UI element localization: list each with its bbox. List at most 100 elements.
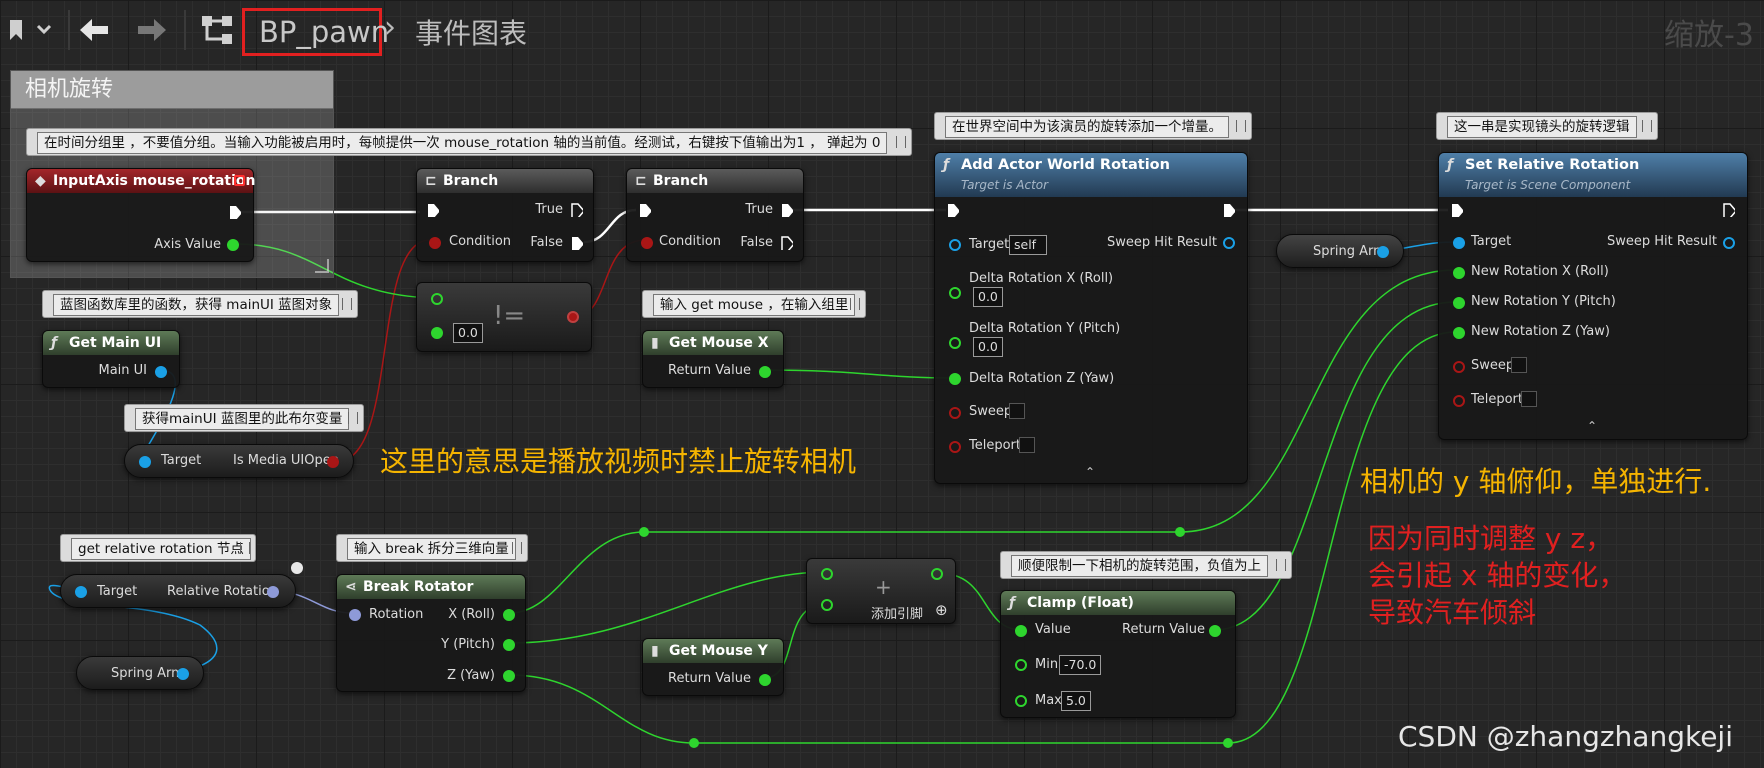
min-pin[interactable] <box>1015 659 1027 671</box>
exec-in-pin[interactable] <box>639 203 651 217</box>
sweep-checkbox[interactable] <box>1511 357 1527 373</box>
spring-arm-pin[interactable] <box>177 668 189 680</box>
comment-bubble-input-axis[interactable]: 在时间分组里 ，不要值分组。当输入功能被启用时，每帧提供一次 mouse_rot… <box>26 128 912 156</box>
delta-x-pin[interactable] <box>949 287 961 299</box>
x-roll-pin[interactable] <box>503 609 515 621</box>
target-pin[interactable] <box>1453 237 1465 249</box>
pin-icon[interactable] <box>1236 120 1246 132</box>
input-b-value[interactable]: 0.0 <box>453 323 483 343</box>
node-is-media-uiopen[interactable]: Target Is Media UIOpen <box>124 444 354 478</box>
target-self-value[interactable]: self <box>1009 235 1047 255</box>
breadcrumb-blueprint-name[interactable]: BP_pawn <box>242 8 389 56</box>
node-add[interactable]: + 添加引脚 ⊕ <box>806 558 956 624</box>
node-break-rotator[interactable]: ⋖ Break Rotator Rotation X (Roll) Y (Pit… <box>336 574 526 692</box>
sweep-checkbox[interactable] <box>1009 403 1025 419</box>
comment-bubble-set-relative[interactable]: 这一串是实现镜头的旋转逻辑 <box>1436 112 1658 140</box>
rotation-pin[interactable] <box>349 609 361 621</box>
node-set-relative-rotation[interactable]: ƒ Set Relative Rotation Target is Scene … <box>1438 152 1748 440</box>
teleport-pin[interactable] <box>1453 395 1465 407</box>
pin-icon[interactable] <box>1276 559 1286 571</box>
output-pin[interactable] <box>931 568 943 580</box>
node-not-equal[interactable]: 0.0 != <box>416 282 592 352</box>
false-exec-pin[interactable] <box>781 236 793 250</box>
exec-out-pin[interactable] <box>1223 203 1235 217</box>
comment-bubble-clamp[interactable]: 顺便限制一下相机的旋转范围，负值为上 <box>1000 551 1292 579</box>
comment-bubble-get-main-ui[interactable]: 蓝图函数库里的函数，获得 mainUI 蓝图对象 <box>42 290 358 318</box>
input-a-pin[interactable] <box>431 293 443 305</box>
max-pin[interactable] <box>1015 695 1027 707</box>
forward-arrow-icon[interactable] <box>136 16 168 44</box>
delta-y-pin[interactable] <box>949 337 961 349</box>
add-pin-plus-icon[interactable]: ⊕ <box>935 601 948 619</box>
pin-icon[interactable] <box>240 542 250 554</box>
collapse-caret-icon[interactable]: ⌃ <box>1085 465 1095 479</box>
teleport-checkbox[interactable] <box>1019 437 1035 453</box>
exec-in-pin[interactable] <box>427 203 439 217</box>
resize-handle[interactable] <box>315 259 329 273</box>
node-get-relative-rotation[interactable]: Target Relative Rotation <box>60 574 296 608</box>
spring-arm-pin[interactable] <box>1377 246 1389 258</box>
return-value-pin[interactable] <box>1209 625 1221 637</box>
input-a-pin[interactable] <box>821 568 833 580</box>
pin-icon[interactable] <box>348 412 358 424</box>
return-value-pin[interactable] <box>759 674 771 686</box>
comment-bubble-add-world-rotation[interactable]: 在世界空间中为该演员的旋转添加一个增量。 <box>934 112 1252 140</box>
pin-icon[interactable] <box>896 136 906 148</box>
z-yaw-pin[interactable] <box>503 670 515 682</box>
sweep-pin[interactable] <box>1453 361 1465 373</box>
true-exec-pin[interactable] <box>781 203 793 217</box>
node-get-main-ui[interactable]: ƒ Get Main UI Main UI <box>42 330 180 388</box>
input-b-pin[interactable] <box>431 327 443 339</box>
result-pin[interactable] <box>567 311 579 323</box>
pin-icon[interactable] <box>512 542 522 554</box>
exec-out-pin[interactable] <box>229 205 241 219</box>
teleport-checkbox[interactable] <box>1521 391 1537 407</box>
exec-out-pin[interactable] <box>1723 203 1735 217</box>
new-rotation-y-pin[interactable] <box>1453 297 1465 309</box>
node-input-axis[interactable]: ◆ InputAxis mouse_rotation Axis Value <box>26 168 255 262</box>
max-value[interactable]: 5.0 <box>1061 691 1091 711</box>
sweep-hit-result-pin[interactable] <box>1223 237 1235 249</box>
bookmark-icon[interactable] <box>6 18 52 42</box>
comment-bubble-is-media[interactable]: 获得mainUI 蓝图里的此布尔变量 <box>124 404 364 432</box>
new-rotation-x-pin[interactable] <box>1453 267 1465 279</box>
main-ui-pin[interactable] <box>155 366 167 378</box>
is-media-uiopen-pin[interactable] <box>327 456 339 468</box>
breadcrumb-graph-name[interactable]: 事件图表 <box>415 12 527 52</box>
sweep-pin[interactable] <box>949 407 961 419</box>
relative-rotation-pin[interactable] <box>267 586 279 598</box>
condition-pin[interactable] <box>429 237 441 249</box>
input-b-pin[interactable] <box>821 599 833 611</box>
node-clamp-float[interactable]: ƒ Clamp (Float) Value Return Value Min -… <box>1000 590 1236 718</box>
delta-y-value[interactable]: 0.0 <box>973 337 1003 357</box>
true-exec-pin[interactable] <box>571 203 583 217</box>
new-rotation-z-pin[interactable] <box>1453 327 1465 339</box>
axis-value-pin[interactable] <box>227 239 239 251</box>
node-add-actor-world-rotation[interactable]: ƒ Add Actor World Rotation Target is Act… <box>934 152 1248 484</box>
exec-in-pin[interactable] <box>1451 203 1463 217</box>
node-branch-1[interactable]: ⊏ Branch True Condition False <box>416 168 594 262</box>
min-value[interactable]: -70.0 <box>1059 655 1102 675</box>
pin-icon[interactable] <box>1642 120 1652 132</box>
value-pin[interactable] <box>1015 625 1027 637</box>
pin-icon[interactable] <box>342 298 352 310</box>
comment-bubble-get-relative[interactable]: get relative rotation 节点 <box>60 534 256 562</box>
sweep-hit-result-pin[interactable] <box>1723 237 1735 249</box>
return-value-pin[interactable] <box>759 366 771 378</box>
comment-bubble-get-mouse[interactable]: 输入 get mouse ，在输入组里 <box>642 290 866 318</box>
target-pin[interactable] <box>139 456 151 468</box>
delta-z-pin[interactable] <box>949 373 961 385</box>
y-pitch-pin[interactable] <box>503 639 515 651</box>
delta-x-value[interactable]: 0.0 <box>973 287 1003 307</box>
false-exec-pin[interactable] <box>571 236 583 250</box>
add-pin-label[interactable]: 添加引脚 <box>871 603 923 622</box>
node-get-mouse-y[interactable]: ▮ Get Mouse Y Return Value <box>642 638 784 696</box>
comment-bubble-break-rotator[interactable]: 输入 break 拆分三维向量 <box>336 534 528 562</box>
node-get-mouse-x[interactable]: ▮ Get Mouse X Return Value <box>642 330 784 388</box>
exec-in-pin[interactable] <box>947 203 959 217</box>
teleport-pin[interactable] <box>949 441 961 453</box>
node-branch-2[interactable]: ⊏ Branch True Condition False <box>626 168 804 262</box>
pin-icon[interactable] <box>850 298 860 310</box>
collapse-caret-icon[interactable]: ⌃ <box>1587 419 1597 433</box>
target-pin[interactable] <box>949 239 961 251</box>
